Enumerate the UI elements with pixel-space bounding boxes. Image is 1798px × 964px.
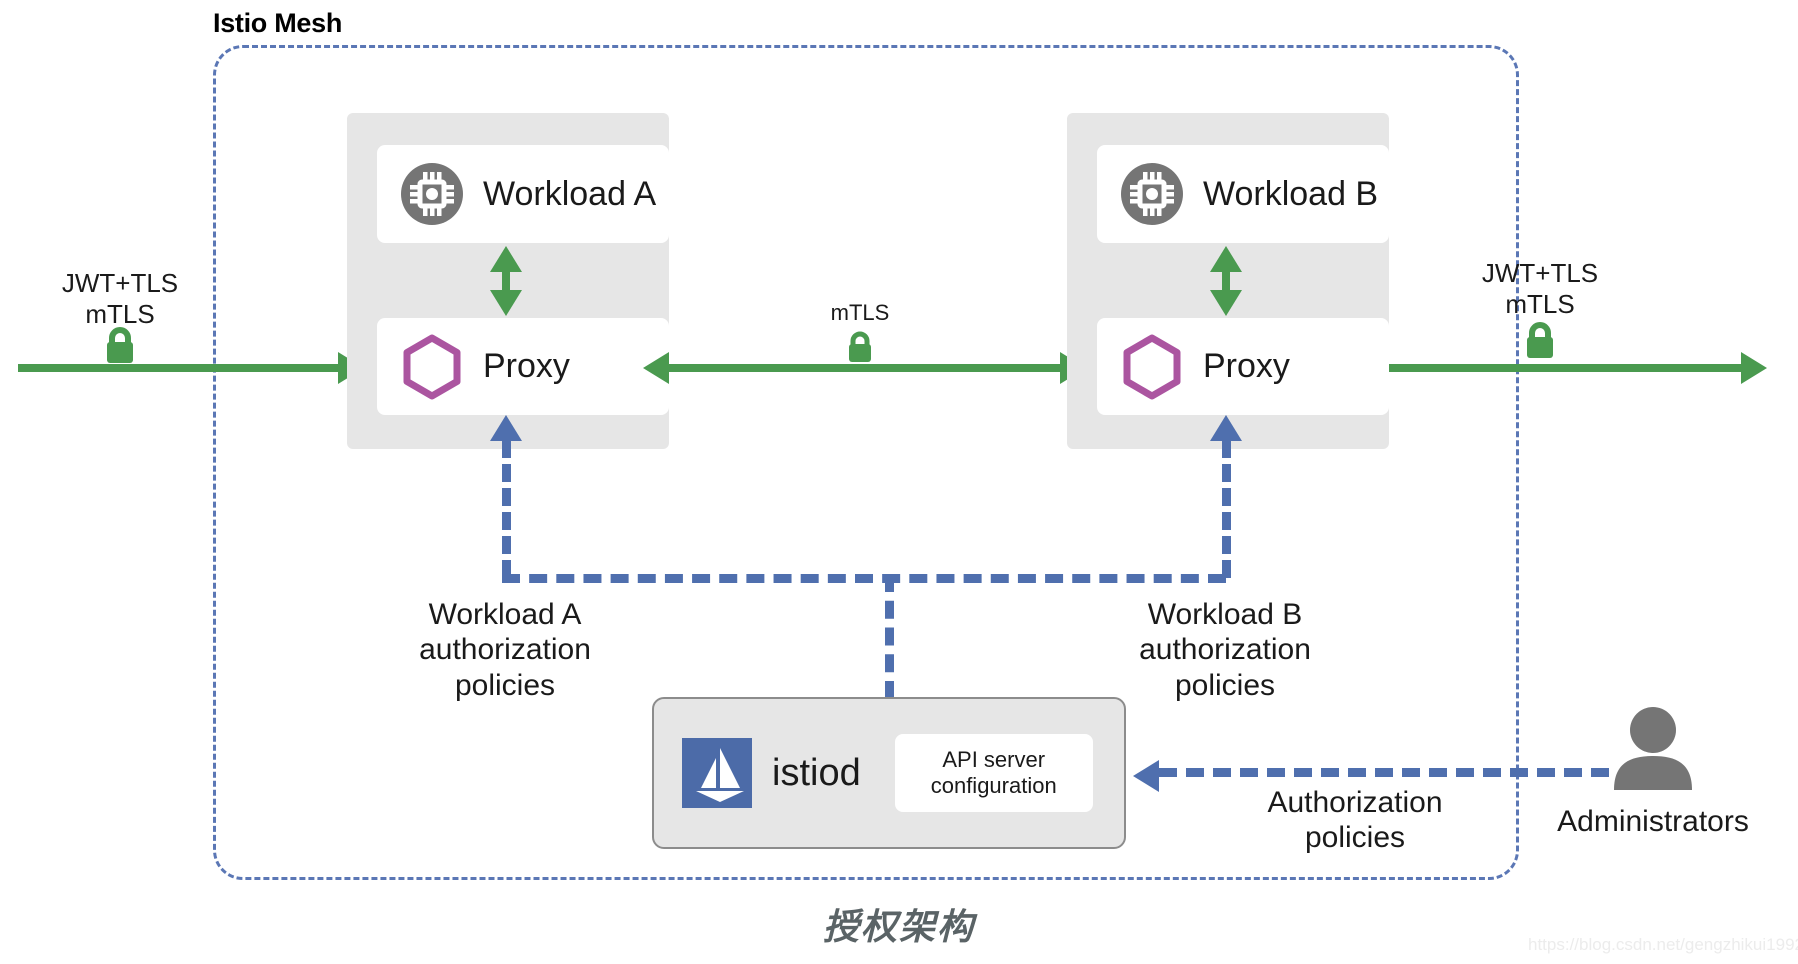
hexagon-icon [403,334,461,399]
chip-icon [1121,163,1183,225]
proxy-b-card[interactable]: Proxy [1097,318,1389,415]
chip-icon [401,163,463,225]
right-egress-label: JWT+TLS mTLS [1481,258,1599,319]
administrators-label: Administrators [1557,805,1749,838]
proxy-a-card[interactable]: Proxy [377,318,669,415]
workload-a-proxy-arrow-up [490,246,522,272]
right-lock-icon [1522,320,1558,367]
person-icon [1614,707,1692,790]
config-b-arrow-head [1210,415,1242,441]
mtls-label: mTLS [830,300,890,325]
workload-a-proxy-arrow-down [490,290,522,316]
left-ingress-arrow-line [18,364,338,372]
workload-a-policy-label: Workload A authorization policies [419,598,591,702]
istiod-panel[interactable]: istiod API server configuration [652,697,1126,849]
workload-b-policy-label: Workload B authorization policies [1139,598,1311,702]
istiod-label: istiod [772,751,861,794]
config-b-vline [1222,440,1231,578]
config-a-vline [502,440,511,578]
workload-b-card[interactable]: Workload B [1097,145,1389,243]
admin-policy-label: Authorization policies [1267,786,1443,855]
config-istiod-vline [885,574,894,699]
right-egress-arrow-head [1741,352,1767,384]
mtls-arrow-line [668,364,1093,372]
mtls-arrow-head-left [643,352,669,384]
proxy-b-label: Proxy [1203,347,1290,385]
workload-b-label: Workload B [1203,174,1379,213]
proxy-a-label: Proxy [483,347,570,385]
hexagon-icon [1123,334,1181,399]
config-bus-hline [502,574,1226,583]
istio-mesh-title: Istio Mesh [213,8,343,38]
workload-a-label: Workload A [483,174,657,213]
istio-sailboat-logo [682,738,752,808]
watermark: https://blog.csdn.net/gengzhikui1992 [1528,935,1798,954]
left-ingress-label: JWT+TLS mTLS [61,268,179,329]
admin-policy-arrow-head [1133,760,1159,792]
workload-a-card[interactable]: Workload A [377,145,669,243]
workload-b-proxy-arrow-down [1210,290,1242,316]
api-server-configuration-card[interactable]: API server configuration [894,734,1093,812]
admin-policy-hline [1159,768,1609,777]
workload-b-proxy-arrow-up [1210,246,1242,272]
right-egress-arrow-line [1389,364,1741,372]
config-a-arrow-head [490,415,522,441]
diagram-canvas: Istio Mesh JWT+TLS mTLS Workload A Proxy… [0,0,1798,964]
